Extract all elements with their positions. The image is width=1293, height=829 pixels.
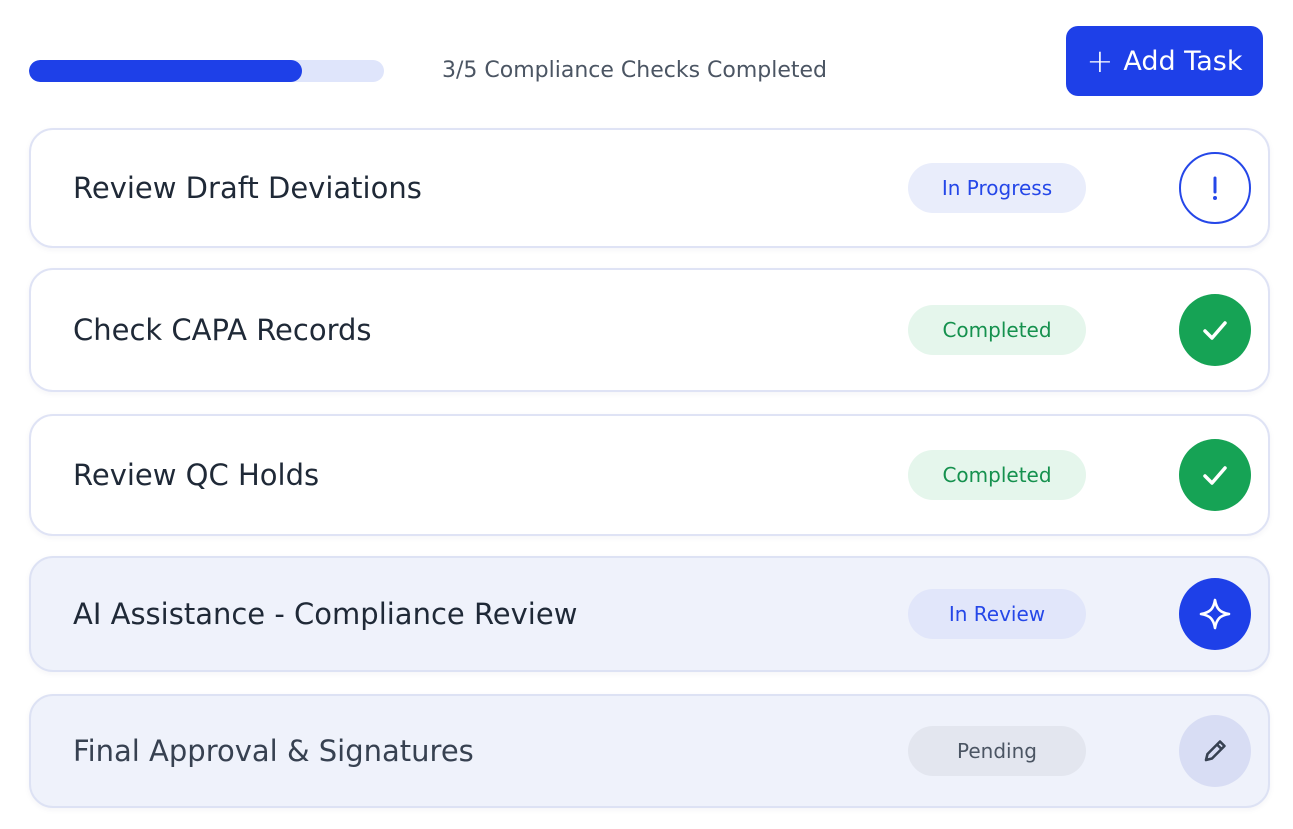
task-row-review-qc-holds[interactable]: Review QC Holds Completed [29,414,1270,536]
compliance-checklist: 3/5 Compliance Checks Completed + Add Ta… [0,0,1293,829]
task-title: Final Approval & Signatures [73,734,474,768]
add-task-button[interactable]: + Add Task [1066,26,1263,96]
status-badge: Completed [908,450,1086,500]
task-title: Review Draft Deviations [73,171,422,205]
add-task-label: Add Task [1123,45,1243,77]
status-badge: Completed [908,305,1086,355]
task-row-review-draft-deviations[interactable]: Review Draft Deviations In Progress [29,128,1270,248]
pencil-icon[interactable] [1179,715,1251,787]
checkmark-icon[interactable] [1179,294,1251,366]
checkmark-icon[interactable] [1179,439,1251,511]
sparkle-icon[interactable] [1179,578,1251,650]
task-title: Check CAPA Records [73,313,372,347]
task-row-final-approval[interactable]: Final Approval & Signatures Pending [29,694,1270,808]
progress-label: 3/5 Compliance Checks Completed [442,58,828,83]
task-row-ai-assistance[interactable]: AI Assistance - Compliance Review In Rev… [29,556,1270,672]
progress-bar-fill [29,60,303,82]
alert-icon[interactable] [1179,152,1251,224]
plus-icon: + [1086,42,1114,80]
progress-bar [29,60,384,82]
task-title: Review QC Holds [73,458,320,492]
task-row-check-capa-records[interactable]: Check CAPA Records Completed [29,268,1270,392]
task-title: AI Assistance - Compliance Review [73,597,578,631]
status-badge: Pending [908,726,1086,776]
status-badge: In Progress [908,163,1086,213]
status-badge: In Review [908,589,1086,639]
